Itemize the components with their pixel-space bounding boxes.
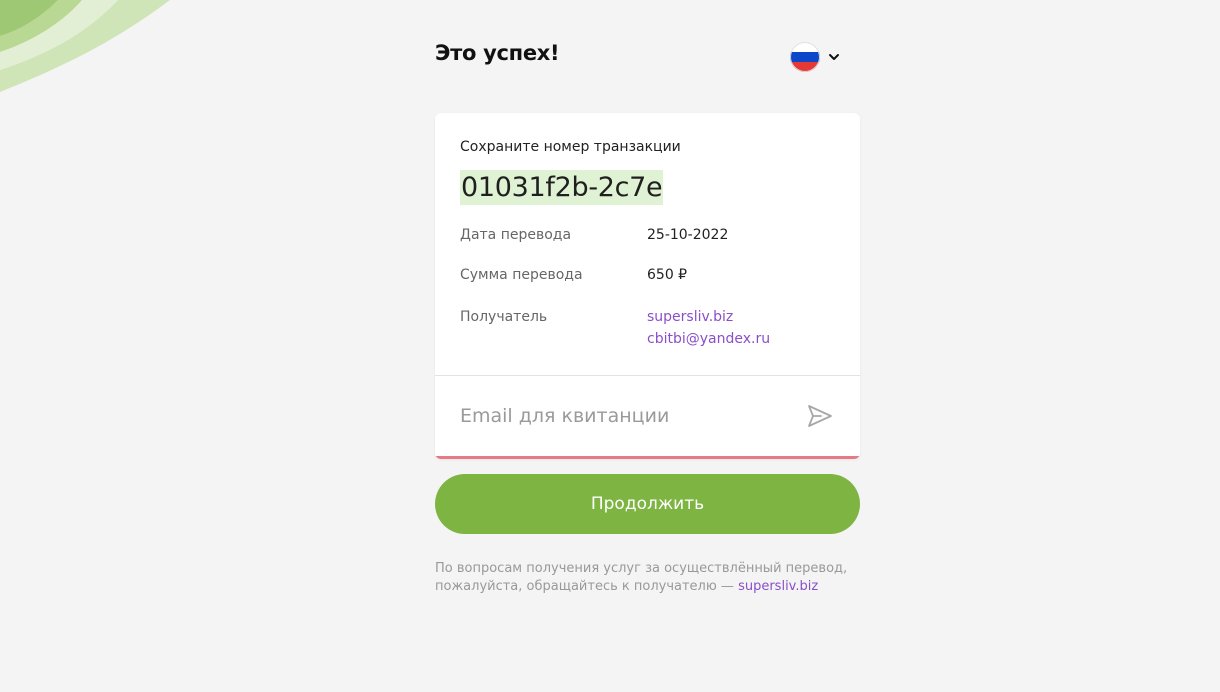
- recipient-site-link[interactable]: supersliv.biz: [647, 306, 770, 328]
- payment-success-page: Это успех! Сохраните номер транзакции 01…: [435, 0, 860, 594]
- russia-flag-icon: [790, 42, 820, 72]
- date-value: 25-10-2022: [647, 227, 729, 243]
- header: Это успех!: [435, 0, 860, 112]
- recipient-email-link[interactable]: cbitbi@yandex.ru: [647, 328, 770, 350]
- decorative-swoosh: [0, 0, 170, 92]
- page-title: Это успех!: [435, 41, 560, 65]
- chevron-down-icon: [829, 54, 839, 60]
- language-selector[interactable]: [790, 42, 840, 72]
- email-receipt-input[interactable]: [460, 396, 790, 436]
- save-transaction-label: Сохраните номер транзакции: [460, 139, 681, 155]
- divider: [435, 375, 860, 376]
- footer-recipient-link[interactable]: supersliv.biz: [738, 579, 818, 594]
- transaction-id: 01031f2b-2c7e: [460, 170, 664, 205]
- transaction-card: Сохраните номер транзакции 01031f2b-2c7e…: [435, 113, 860, 459]
- send-icon[interactable]: [805, 401, 835, 431]
- amount-value: 650 ₽: [647, 267, 688, 283]
- date-label: Дата перевода: [460, 227, 572, 243]
- continue-button[interactable]: Продолжить: [435, 474, 860, 534]
- recipient-label: Получатель: [460, 309, 548, 325]
- amount-label: Сумма перевода: [460, 267, 583, 283]
- recipient-value: supersliv.biz cbitbi@yandex.ru: [647, 306, 770, 350]
- footer-note: По вопросам получения услуг за осуществл…: [435, 560, 860, 596]
- email-field-underline: [435, 456, 860, 459]
